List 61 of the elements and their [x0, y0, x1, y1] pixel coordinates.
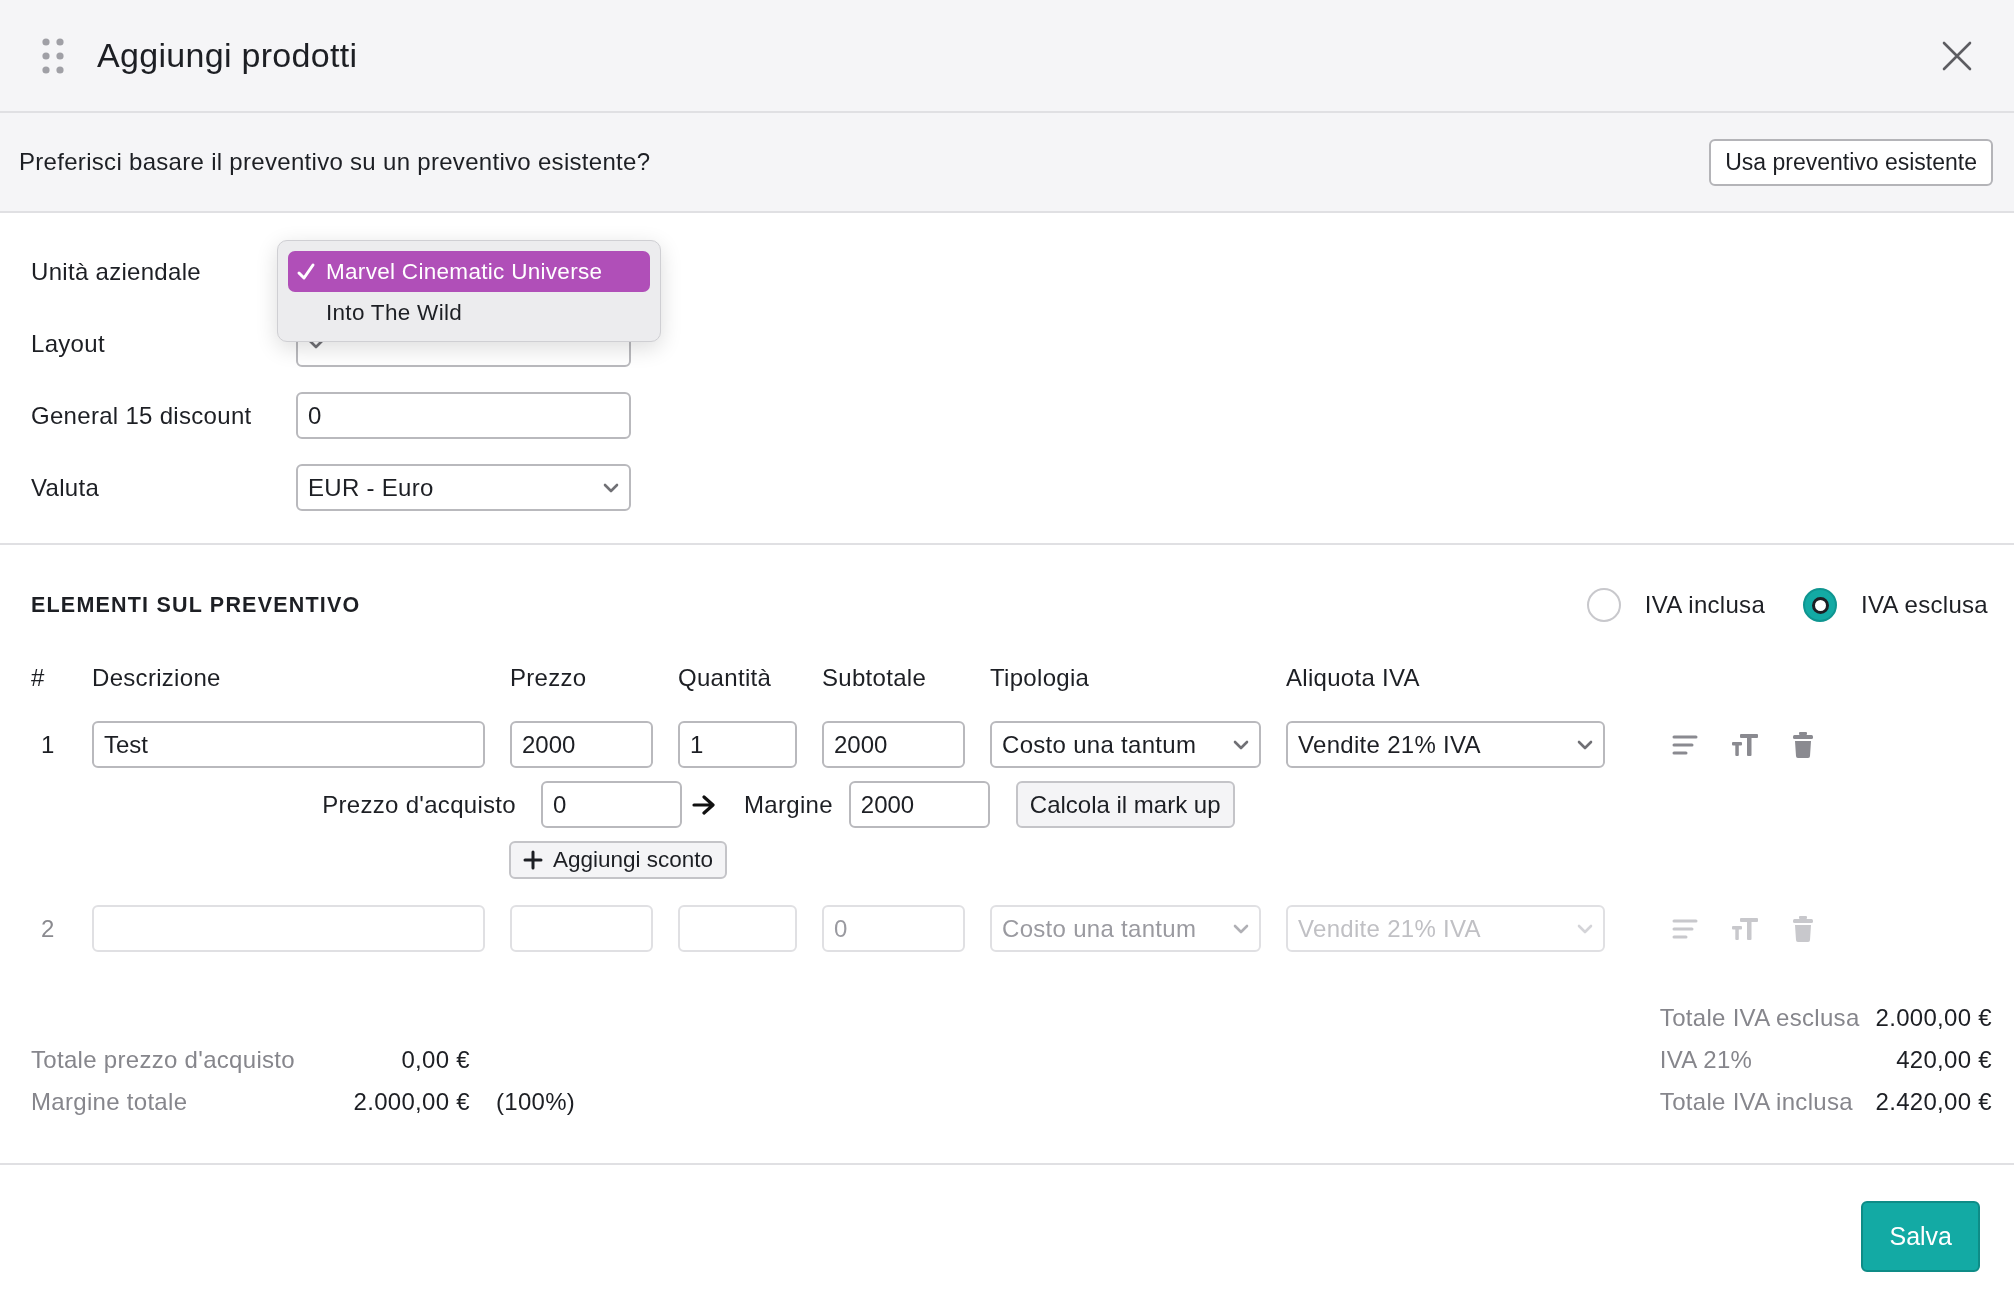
- column-header: Prezzo: [510, 664, 588, 692]
- dropdown-option[interactable]: Into The Wild: [288, 292, 650, 333]
- field-label: Layout: [31, 329, 106, 358]
- plus-icon: [523, 850, 543, 870]
- quantity-field[interactable]: 1: [678, 721, 797, 768]
- chevron-icon: [1233, 739, 1249, 750]
- radio-button[interactable]: [1586, 588, 1621, 622]
- trash-icon[interactable]: [1792, 731, 1814, 758]
- row-number: 2: [40, 914, 56, 943]
- calculate-markup-button[interactable]: Calcola il mark up: [1015, 781, 1235, 828]
- banner-text: Preferisci basare il preventivo su un preventivo esistente?: [19, 148, 651, 176]
- lines-icon[interactable]: [1672, 733, 1698, 756]
- radio-label: IVA inclusa: [1644, 591, 1766, 619]
- dropdown-option[interactable]: Marvel Cinematic Universe: [288, 251, 650, 292]
- total-value: 420,00 €: [1896, 1046, 1992, 1074]
- radio-label: IVA esclusa: [1861, 591, 1988, 619]
- column-header: Aliquota IVA: [1286, 664, 1421, 692]
- drag-handle-icon[interactable]: [42, 37, 64, 74]
- chevron-icon: [1577, 923, 1593, 934]
- total-value: 0,00 €: [401, 1046, 470, 1074]
- row-number: 1: [40, 730, 56, 759]
- input-field[interactable]: 0: [296, 392, 631, 439]
- price-field[interactable]: 2000: [510, 721, 653, 768]
- text-size-icon[interactable]: [1731, 732, 1759, 757]
- column-header: Tipologia: [990, 664, 1091, 692]
- column-header: Subtotale: [822, 664, 928, 692]
- total-value: 2.000,00 €: [353, 1088, 470, 1116]
- chevron-icon: [603, 482, 619, 493]
- use-existing-quote-button[interactable]: Usa preventivo esistente: [1709, 138, 1993, 186]
- arrow-right-icon: [692, 794, 716, 815]
- total-value: 2.000,00 €: [1875, 1004, 1992, 1032]
- purchase-price-label: Prezzo d'acquisto: [321, 790, 516, 819]
- field-label: Unità aziendale: [31, 257, 202, 286]
- margin-label: Margine: [744, 790, 833, 819]
- field-label: General 15 discount: [31, 401, 253, 430]
- chevron-icon: [1577, 739, 1593, 750]
- total-label: Totale prezzo d'acquisto: [31, 1046, 296, 1074]
- radio-button[interactable]: [1803, 588, 1838, 622]
- total-label: Totale IVA inclusa: [1659, 1088, 1854, 1116]
- vat-rate-select[interactable]: Vendite 21% IVA: [1286, 721, 1605, 768]
- section-title: ELEMENTI SUL PREVENTIVO: [31, 592, 361, 618]
- column-header: Quantità: [678, 664, 773, 692]
- description-field[interactable]: Test: [92, 721, 485, 768]
- subtotal-field[interactable]: 2000: [822, 721, 965, 768]
- margin-percent: (100%): [496, 1088, 576, 1116]
- purchase-price-field[interactable]: 0: [541, 781, 682, 828]
- chevron-icon: [1233, 923, 1249, 934]
- field-label: Valuta: [31, 473, 101, 502]
- margin-field[interactable]: 2000: [848, 781, 990, 828]
- dialog-title: Aggiungi prodotti: [97, 36, 359, 75]
- column-header: Descrizione: [92, 664, 222, 692]
- column-header: #: [31, 664, 46, 692]
- select-field[interactable]: EUR - Euro: [296, 464, 631, 511]
- check-icon: [296, 262, 316, 282]
- total-label: Totale IVA esclusa: [1659, 1004, 1860, 1032]
- add-discount-button[interactable]: Aggiungi sconto: [509, 841, 728, 879]
- total-label: IVA 21%: [1659, 1046, 1754, 1074]
- type-select[interactable]: Costo una tantum: [990, 721, 1261, 768]
- total-label: Margine totale: [31, 1088, 189, 1116]
- close-icon: [1942, 40, 1972, 71]
- total-value: 2.420,00 €: [1875, 1088, 1992, 1116]
